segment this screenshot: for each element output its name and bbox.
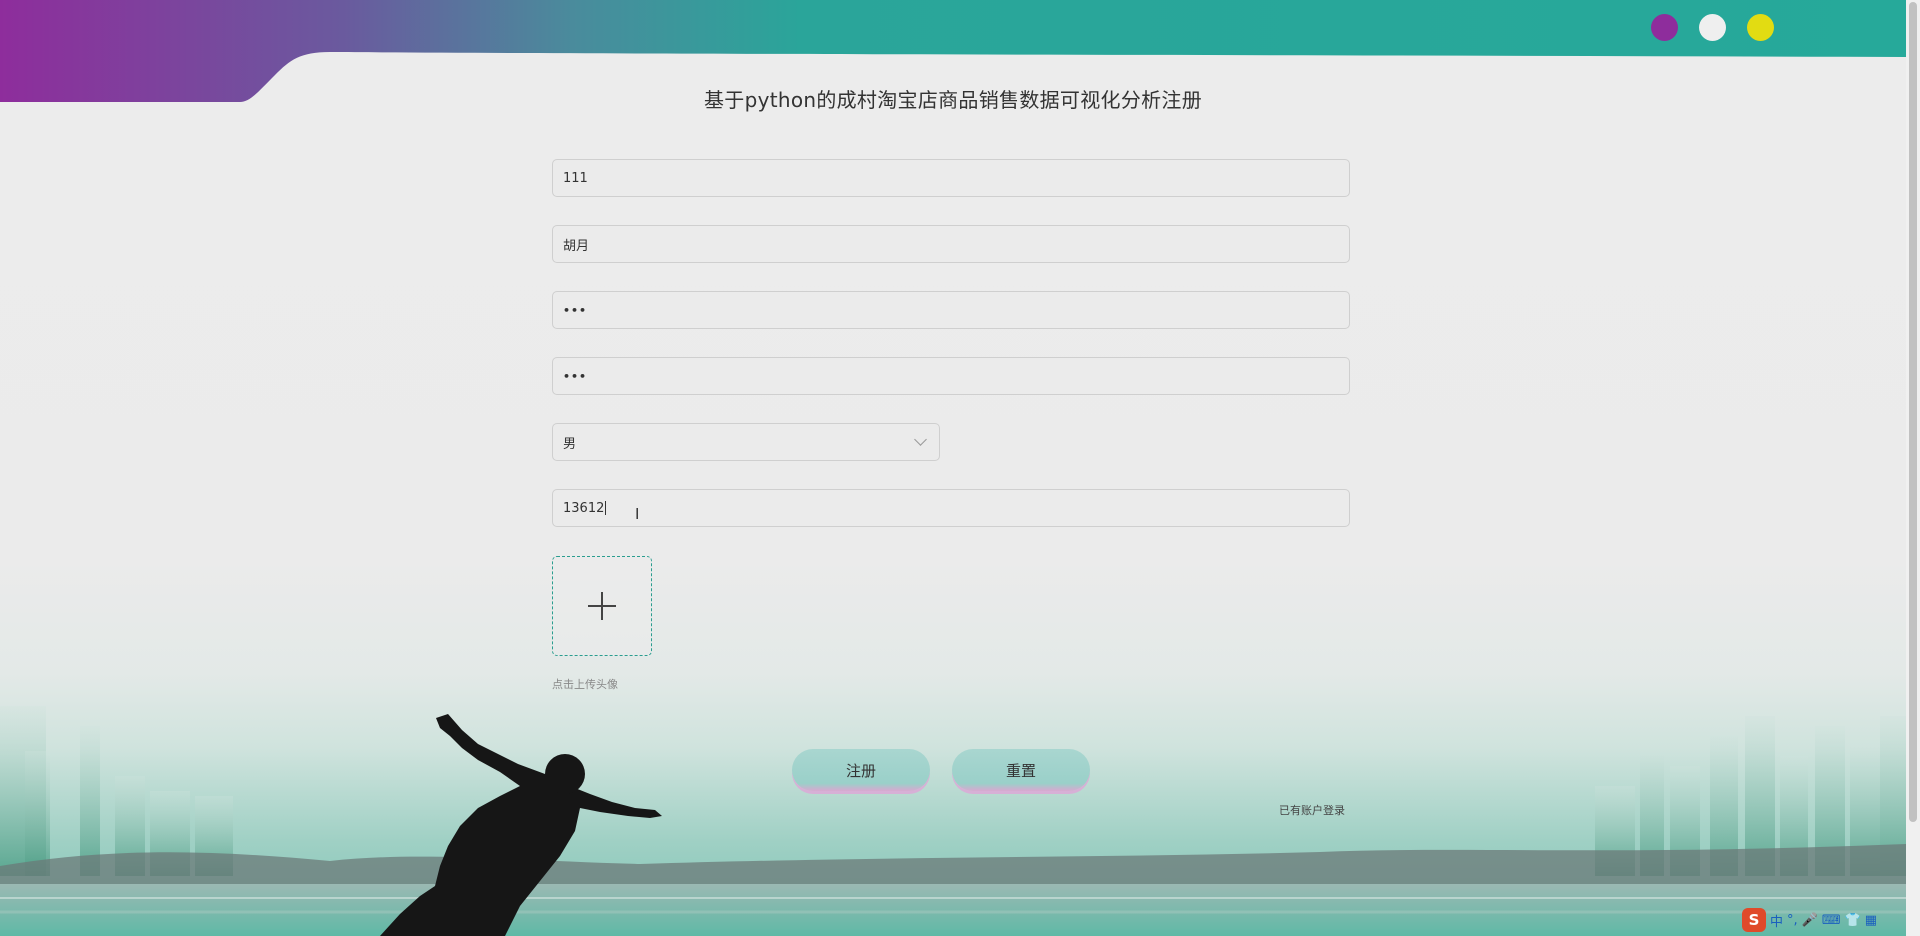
avatar-upload-tip: 点击上传头像 — [552, 678, 618, 691]
ime-chinese-mode[interactable]: 中 — [1770, 911, 1783, 930]
chevron-down-icon — [914, 433, 927, 446]
microphone-icon[interactable]: 🎤 — [1802, 913, 1818, 928]
register-page: 基于python的成村淘宝店商品销售数据可视化分析注册 111 胡月 ••• •… — [0, 0, 1920, 936]
skin-shirt-icon[interactable]: 👕 — [1845, 913, 1861, 928]
scrollbar-thumb[interactable] — [1909, 2, 1917, 822]
phone-input[interactable]: 13612 I — [552, 489, 1350, 527]
avatar-upload-button[interactable] — [552, 556, 652, 656]
login-link[interactable]: 已有账户登录 — [1279, 802, 1345, 818]
plus-icon — [588, 592, 616, 620]
register-button[interactable]: 注册 — [792, 749, 930, 791]
city-skyline-background — [0, 706, 1906, 936]
page-title: 基于python的成村淘宝店商品销售数据可视化分析注册 — [703, 88, 1203, 112]
ime-toolbar: S 中 °, 🎤 ⌨ 👕 ▦ — [1742, 906, 1920, 934]
white-dot[interactable] — [1699, 14, 1726, 41]
sogou-ime-logo-icon[interactable]: S — [1742, 908, 1766, 932]
ime-punctuation-icon[interactable]: °, — [1787, 913, 1798, 928]
password-value: ••• — [563, 303, 588, 317]
text-cursor-icon: I — [635, 505, 640, 523]
header-dots — [1651, 14, 1774, 41]
confirm-password-input[interactable]: ••• — [552, 357, 1350, 395]
confirm-password-value: ••• — [563, 369, 588, 383]
gender-select[interactable]: 男 — [552, 423, 940, 461]
name-value: 胡月 — [563, 238, 590, 254]
yellow-dot[interactable] — [1747, 14, 1774, 41]
text-caret — [605, 501, 607, 515]
username-input[interactable]: 111 — [552, 159, 1350, 197]
name-input[interactable]: 胡月 — [552, 225, 1350, 263]
keyboard-icon[interactable]: ⌨ — [1822, 913, 1841, 928]
vertical-scrollbar[interactable] — [1906, 0, 1920, 936]
gender-selected-value: 男 — [563, 436, 577, 452]
password-input[interactable]: ••• — [552, 291, 1350, 329]
toolbox-grid-icon[interactable]: ▦ — [1865, 913, 1877, 928]
phone-value: 13612 — [563, 500, 605, 516]
reset-button[interactable]: 重置 — [952, 749, 1090, 791]
username-value: 111 — [563, 170, 588, 186]
purple-dot[interactable] — [1651, 14, 1678, 41]
